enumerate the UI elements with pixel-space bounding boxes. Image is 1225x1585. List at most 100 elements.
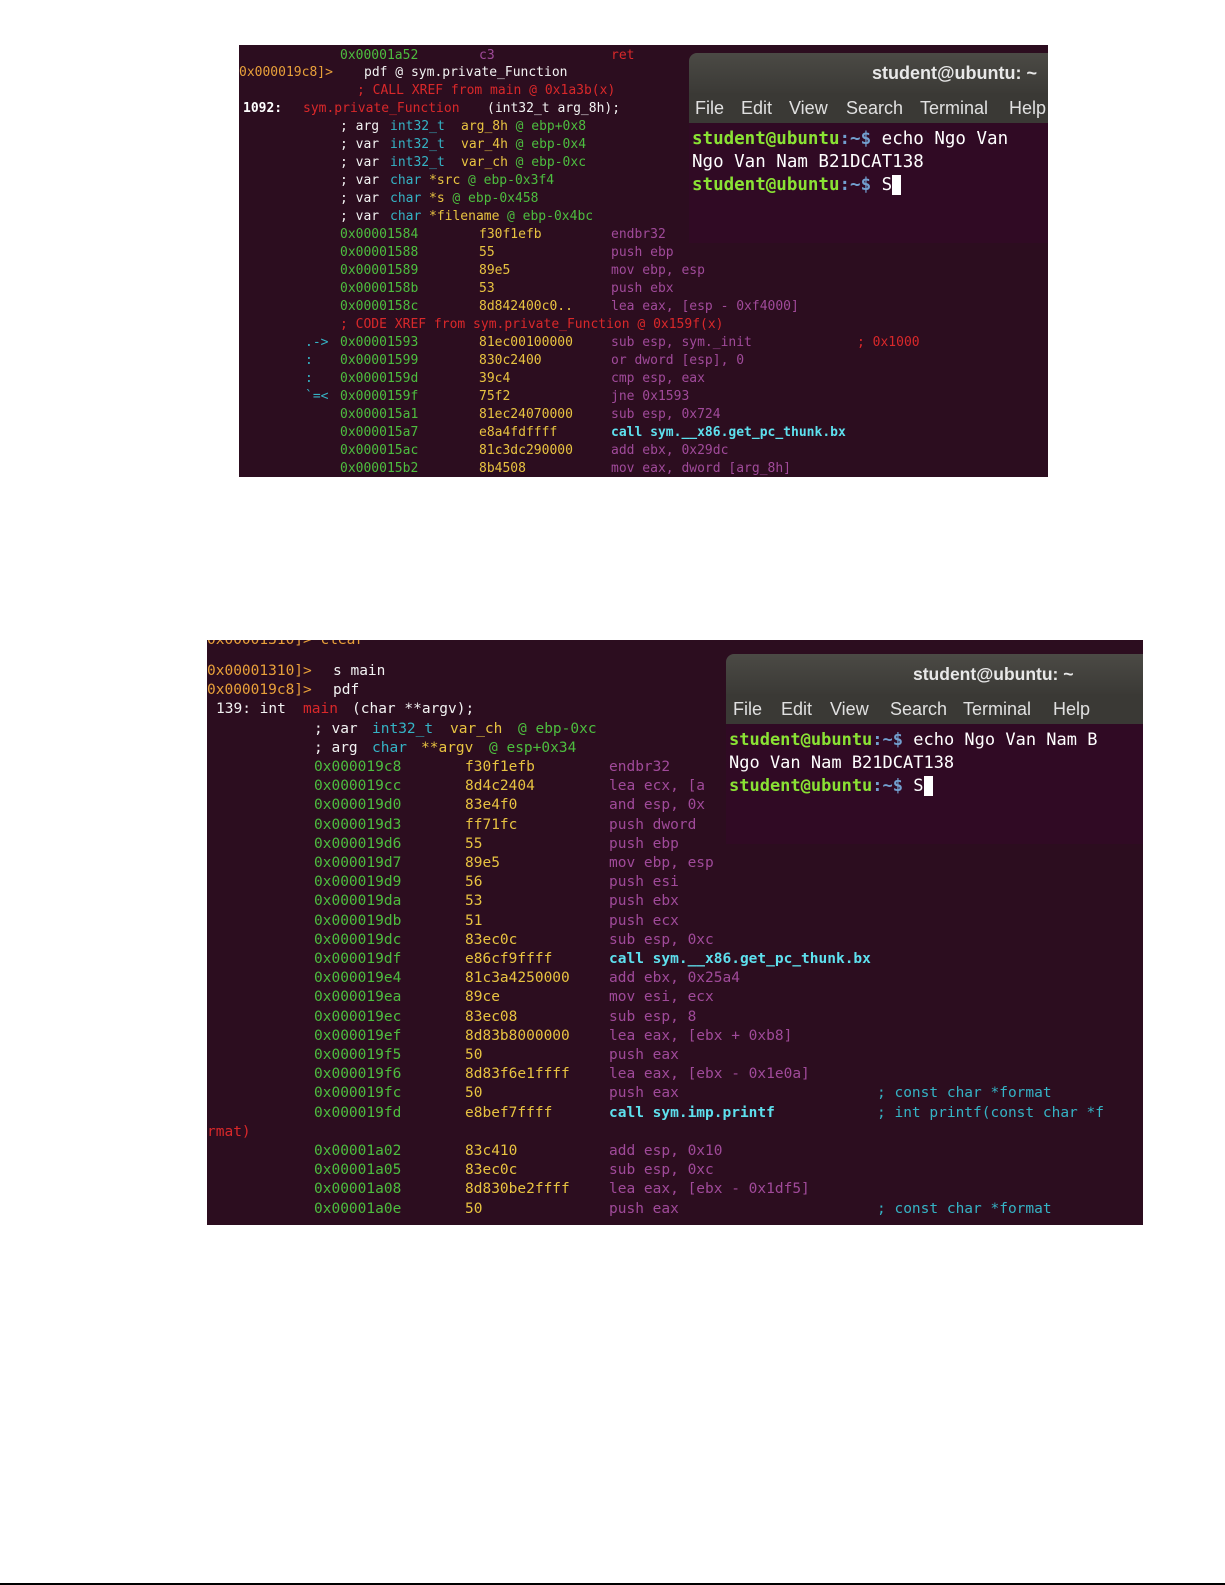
menu-file[interactable]: File (695, 93, 724, 123)
terminal-titlebar[interactable]: student@ubuntu: ~ (689, 53, 1048, 93)
menu-view[interactable]: View (830, 694, 869, 724)
instruction: push ebp (611, 245, 674, 260)
opcode-bytes: 50 (465, 1047, 483, 1063)
var-keyword: ; var (340, 155, 387, 170)
address: 0x00001a05 (314, 1162, 402, 1179)
menu-view[interactable]: View (789, 93, 828, 123)
var-keyword: ; var (340, 191, 387, 206)
address: 0x00001584 (340, 227, 419, 242)
var-type: char (390, 191, 422, 206)
xref-text: ; CALL XREF from main @ 0x1a3b(x) (357, 83, 616, 98)
var-name: *src (429, 173, 461, 188)
instruction: sub esp, 0xc (609, 931, 714, 948)
menu-terminal[interactable]: Terminal (963, 694, 1031, 724)
menu-edit[interactable]: Edit (781, 694, 812, 724)
instruction: call sym.__x86.get_pc_thunk.bx (609, 951, 871, 967)
flow-arrow: : (305, 353, 337, 368)
opcode-bytes: 55 (465, 835, 483, 852)
menu-terminal[interactable]: Terminal (920, 93, 988, 123)
menu-file[interactable]: File (733, 694, 762, 724)
terminal-body[interactable]: student@ubuntu:~$ echo Ngo Van Ngo Van N… (689, 123, 1048, 243)
flow-arrow: `=< (305, 389, 337, 404)
instruction: push dword (609, 816, 697, 833)
instruction: push esi (609, 874, 679, 891)
instruction: push ecx (609, 912, 679, 929)
address: 0x00001a0e (314, 1200, 402, 1217)
terminal-titlebar[interactable]: student@ubuntu: ~ (726, 654, 1143, 694)
opcode-bytes: 83ec0c (465, 931, 518, 948)
function-signature: (char **argv); (352, 701, 475, 717)
instruction: lea eax, [ebx - 0x1df5] (609, 1181, 810, 1198)
address: 0x000019f5 (314, 1047, 402, 1063)
instruction: lea eax, [ebx + 0xb8] (609, 1027, 793, 1044)
terminal-line-output: Ngo Van Nam B21DCAT138 (729, 753, 955, 773)
opcode-bytes: e8a4fdffff (479, 425, 558, 440)
instruction: mov eax, dword [arg_8h] (611, 461, 792, 476)
menu-search[interactable]: Search (846, 93, 903, 123)
address: 0x000019df (314, 951, 402, 967)
instruction: endbr32 (609, 759, 671, 775)
opcode-bytes: f30f1efb (465, 759, 535, 775)
var-type: int32_t (390, 137, 445, 152)
function-name: sym.private_Function (303, 101, 460, 116)
var-name: arg_8h (461, 119, 508, 134)
terminal-menubar: File Edit View Search Terminal Help (726, 694, 1143, 724)
opcode-bytes: 830c2400 (479, 353, 542, 368)
menu-search[interactable]: Search (890, 694, 947, 724)
menu-help[interactable]: Help (1009, 93, 1046, 123)
address: 0x000019da (314, 893, 402, 910)
instruction: push eax (609, 1047, 679, 1063)
address: 0x00001a52 (340, 48, 419, 63)
address: 0x000019d6 (314, 835, 402, 852)
address: 0x000019c8 (314, 759, 402, 775)
menu-edit[interactable]: Edit (741, 93, 772, 123)
opcode-bytes: 83c410 (465, 1143, 518, 1159)
function-size: 139: int (216, 701, 295, 717)
var-keyword: ; arg (340, 119, 387, 134)
opcode-bytes: e8bef7ffff (465, 1104, 553, 1121)
instruction: push ebp (609, 835, 679, 852)
terminal-window-2: student@ubuntu: ~ File Edit View Search … (726, 654, 1143, 844)
terminal-line-prompt: student@ubuntu:~$ S (692, 175, 902, 195)
address: 0x000019fc (314, 1085, 402, 1102)
address: 0x0000158b (340, 281, 419, 296)
var-keyword: ; arg (314, 740, 367, 756)
terminal-line-prompt: student@ubuntu:~$ S (729, 776, 933, 796)
instruction: endbr32 (611, 227, 666, 242)
var-location: @ ebp+0x8 (515, 119, 587, 134)
flow-arrow: .-> (305, 335, 337, 350)
var-name: **argv (421, 740, 474, 756)
address: 0x000015ac (340, 443, 419, 458)
terminal-cursor (892, 175, 902, 195)
opcode-bytes: 53 (479, 281, 495, 296)
instruction: lea eax, [ebx - 0x1e0a] (609, 1066, 810, 1083)
address: 0x0000159d (340, 371, 419, 386)
menu-help[interactable]: Help (1053, 694, 1090, 724)
address: 0x00001588 (340, 245, 419, 260)
opcode-bytes: 75f2 (479, 389, 511, 404)
instruction: push ebx (611, 281, 674, 296)
opcode-bytes: 8b4508 (479, 461, 526, 476)
address: 0x000019fd (314, 1104, 402, 1121)
terminal-cursor (923, 776, 933, 796)
terminal-title: student@ubuntu: ~ (913, 664, 1074, 684)
var-type: int32_t (390, 119, 445, 134)
address: 0x00001a02 (314, 1143, 402, 1159)
opcode-bytes: f30f1efb (479, 227, 542, 242)
function-signature: (int32_t arg_8h); (487, 101, 621, 116)
instruction: cmp esp, eax (611, 371, 705, 386)
instruction: lea eax, [esp - 0xf4000] (611, 299, 799, 314)
address: 0x000019ea (314, 989, 402, 1006)
instruction: mov esi, ecx (609, 989, 714, 1006)
instruction: ret (611, 48, 635, 63)
var-type: char (372, 740, 407, 756)
var-type: int32_t (372, 721, 434, 737)
instruction: mov ebp, esp (611, 263, 705, 278)
function-name: main (303, 701, 338, 717)
opcode-bytes: 8d83b8000000 (465, 1027, 570, 1044)
terminal-body[interactable]: student@ubuntu:~$ echo Ngo Van Nam B Ngo… (726, 724, 1143, 844)
var-location: @ esp+0x34 (489, 740, 577, 756)
opcode-bytes: 89e5 (465, 855, 500, 871)
var-name: var_ch (461, 155, 508, 170)
opcode-bytes: 89e5 (479, 263, 511, 278)
